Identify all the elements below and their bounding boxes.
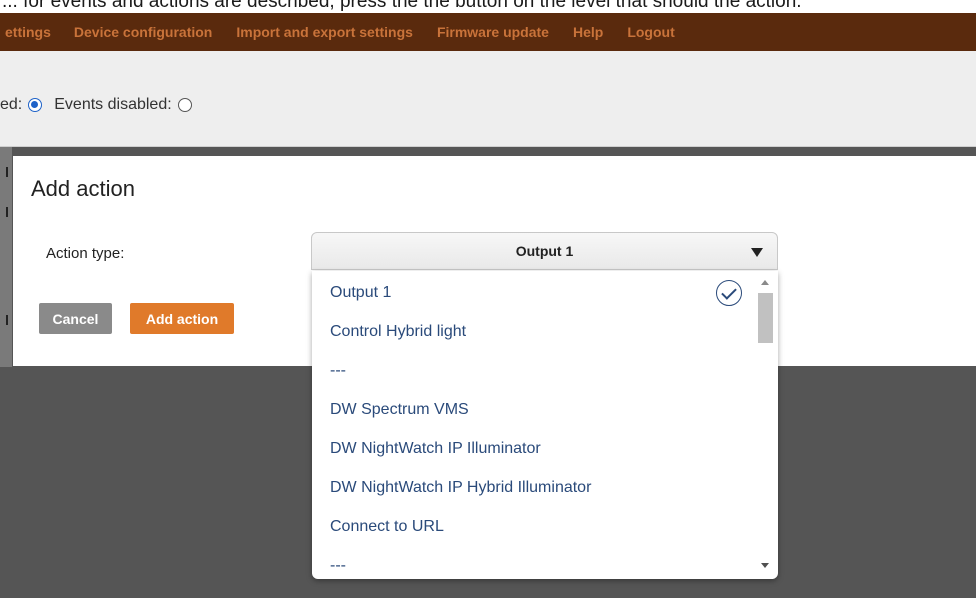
caption-text: ... for events and actions are described… <box>2 0 802 12</box>
action-type-select[interactable]: Output 1 <box>311 232 778 270</box>
events-enabled-label: ed: <box>0 96 23 113</box>
scroll-up-arrow-icon[interactable] <box>761 280 769 285</box>
option-dw-nightwatch-ip-hybrid-illuminator[interactable]: DW NightWatch IP Hybrid Illuminator <box>330 469 591 507</box>
add-action-button[interactable]: Add action <box>130 303 234 334</box>
nav-logout[interactable]: Logout <box>627 24 674 40</box>
option-control-hybrid-light[interactable]: Control Hybrid light <box>330 313 466 351</box>
option-separator[interactable]: --- <box>330 352 346 390</box>
top-navbar: ettings Device configuration Import and … <box>0 13 976 51</box>
nav-help[interactable]: Help <box>573 24 603 40</box>
option-separator[interactable]: --- <box>330 547 346 579</box>
selected-check-icon <box>716 280 742 306</box>
cancel-button[interactable]: Cancel <box>39 303 112 334</box>
caption-strip: ... for events and actions are described… <box>0 0 976 13</box>
dialog-title: Add action <box>31 176 135 201</box>
nav-import-export-settings[interactable]: Import and export settings <box>236 24 413 40</box>
background-panel-edge <box>0 147 12 367</box>
edge-mark <box>6 207 8 217</box>
option-dw-nightwatch-ip-illuminator[interactable]: DW NightWatch IP Illuminator <box>330 430 541 468</box>
edge-mark <box>6 315 8 325</box>
scroll-down-arrow-icon[interactable] <box>761 563 769 568</box>
nav-settings[interactable]: ettings <box>5 24 51 40</box>
nav-device-configuration[interactable]: Device configuration <box>74 24 212 40</box>
action-type-label: Action type: <box>46 245 125 262</box>
events-enabled-radio[interactable] <box>28 98 43 112</box>
dropdown-scrollbar[interactable] <box>756 271 773 579</box>
action-type-dropdown: Output 1 Control Hybrid light --- DW Spe… <box>312 271 778 579</box>
nav-firmware-update[interactable]: Firmware update <box>437 24 549 40</box>
option-output-1[interactable]: Output 1 <box>330 274 391 312</box>
option-connect-to-url[interactable]: Connect to URL <box>330 508 444 546</box>
events-disabled-label: Events disabled: <box>54 96 172 113</box>
select-value: Output 1 <box>515 243 574 259</box>
option-dw-spectrum-vms[interactable]: DW Spectrum VMS <box>330 391 469 429</box>
scroll-thumb[interactable] <box>758 293 773 343</box>
caret-down-icon <box>751 248 763 257</box>
events-toggle-row: ed: Events disabled: <box>0 93 198 117</box>
edge-mark <box>6 167 8 177</box>
events-disabled-radio[interactable] <box>177 98 192 112</box>
